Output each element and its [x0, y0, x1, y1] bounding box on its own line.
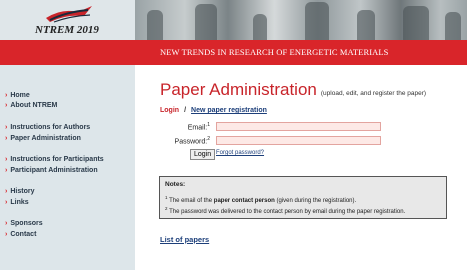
sidebar-item-participant-admin[interactable]: › Participant Administration: [5, 167, 98, 174]
arrow-icon: ›: [5, 199, 8, 206]
arrow-icon: ›: [5, 92, 8, 99]
logo-text: NTREM 2019: [35, 24, 99, 36]
new-registration-link[interactable]: New paper registration: [191, 107, 267, 114]
login-row: Login / New paper registration: [160, 107, 267, 114]
sidebar-item-sponsors[interactable]: › Sponsors: [5, 220, 43, 227]
sidebar-item-history[interactable]: › History: [5, 188, 34, 195]
ntrem-logo-icon: [46, 6, 92, 23]
separator: /: [184, 107, 187, 114]
sidebar-item-instructions-authors[interactable]: › Instructions for Authors: [5, 124, 90, 131]
login-button[interactable]: Login: [190, 149, 216, 160]
login-label: Login: [160, 107, 180, 114]
note-1: 1 The email of the paper contact person …: [165, 195, 357, 204]
forgot-password-link[interactable]: Forgot password?: [216, 150, 264, 156]
arrow-icon: ›: [5, 231, 8, 238]
notes-title: Notes:: [165, 181, 186, 188]
email-field[interactable]: [216, 122, 381, 131]
logo-area[interactable]: NTREM 2019: [0, 0, 135, 40]
page-subtitle: (upload, edit, and register the paper): [320, 90, 427, 97]
arrow-icon: ›: [5, 188, 8, 195]
arrow-icon: ›: [5, 156, 8, 163]
list-of-papers-link[interactable]: List of papers: [160, 235, 209, 244]
sidebar-item-paper-admin[interactable]: › Paper Administration: [5, 135, 81, 142]
sidebar-item-home[interactable]: › Home: [5, 92, 30, 99]
arrow-icon: ›: [5, 135, 8, 142]
header-photo-strip: [135, 0, 467, 40]
page-title: Paper Administration (upload, edit, and r…: [160, 80, 427, 99]
password-field[interactable]: [216, 136, 381, 145]
sidebar-item-instructions-participants[interactable]: › Instructions for Participants: [5, 156, 104, 163]
arrow-icon: ›: [5, 102, 8, 109]
note-2: 2 The password was delivered to the cont…: [165, 206, 406, 215]
sidebar-item-links[interactable]: › Links: [5, 199, 29, 206]
arrow-icon: ›: [5, 124, 8, 131]
banner-title: NEW TRENDS IN RESEARCH OF ENERGETIC MATE…: [160, 47, 389, 57]
notes-box: Notes: 1 The email of the paper contact …: [159, 176, 447, 219]
password-label: Password:2: [174, 136, 210, 146]
email-label: Email:1: [187, 122, 210, 132]
sidebar-item-contact[interactable]: › Contact: [5, 231, 36, 238]
arrow-icon: ›: [5, 220, 8, 227]
arrow-icon: ›: [5, 167, 8, 174]
sidebar-item-about[interactable]: › About NTREM: [5, 102, 57, 109]
